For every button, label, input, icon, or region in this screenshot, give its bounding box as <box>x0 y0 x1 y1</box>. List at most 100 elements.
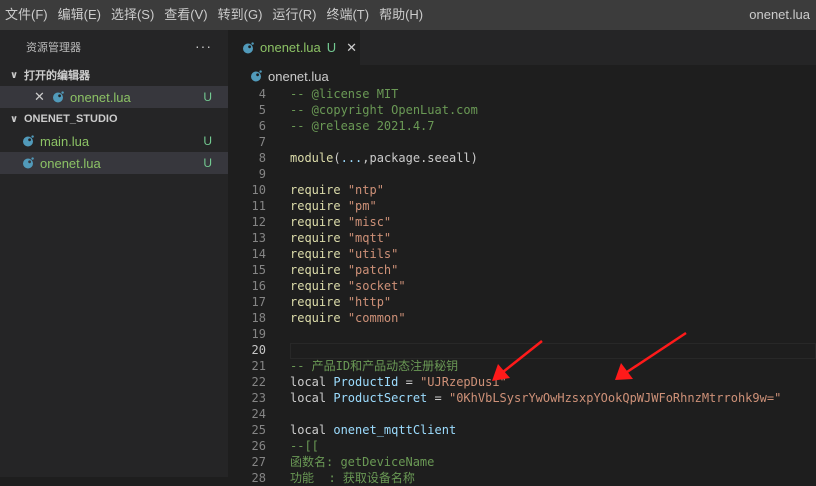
line-number: 17 <box>251 295 266 309</box>
code-token: ... <box>340 151 363 165</box>
code-line[interactable]: -- @copyright OpenLuat.com <box>290 102 478 118</box>
code-token: require <box>290 247 341 261</box>
chevron-down-icon: ∨ <box>10 69 19 81</box>
code-token: "mqtt" <box>347 231 392 245</box>
line-number: 28 <box>251 471 266 485</box>
menu-help[interactable]: 帮助(H) <box>374 0 428 30</box>
close-icon[interactable]: ✕ <box>346 40 357 56</box>
menu-terminal[interactable]: 终端(T) <box>321 0 374 30</box>
menu-run[interactable]: 运行(R) <box>267 0 321 30</box>
code-token: require <box>290 215 341 229</box>
line-number: 10 <box>251 183 266 197</box>
code-line[interactable]: --[[ <box>290 438 319 454</box>
breadcrumb-file: onenet.lua <box>268 68 329 84</box>
line-number: 13 <box>251 231 266 245</box>
line-number: 18 <box>251 311 266 325</box>
code-line[interactable]: require "pm" <box>290 198 377 214</box>
menu-edit[interactable]: 编辑(E) <box>53 0 106 30</box>
open-editors-title: 打开的编辑器 <box>24 70 90 82</box>
tab-bar: onenet.lua U ✕ <box>228 30 816 65</box>
code-line[interactable]: 功能 : 获取设备名称 <box>290 470 415 486</box>
breadcrumb[interactable]: onenet.lua <box>228 65 816 87</box>
code-line[interactable]: 函数名: getDeviceName <box>290 454 434 470</box>
open-editor-item[interactable]: ✕ onenet.lua U <box>0 86 228 108</box>
file-item-main[interactable]: main.lua U <box>0 130 228 152</box>
line-number: 25 <box>251 423 266 437</box>
code-line[interactable]: require "utils" <box>290 246 398 262</box>
code-token: = <box>427 391 449 405</box>
lua-file-icon <box>23 135 34 147</box>
code-line[interactable]: require "patch" <box>290 262 398 278</box>
menu-selection[interactable]: 选择(S) <box>106 0 159 30</box>
current-line-highlight <box>290 343 816 359</box>
tab-label: onenet.lua <box>260 40 321 55</box>
code-editor[interactable]: 4 -- @license MIT 5 -- @copyright OpenLuat.… <box>228 86 816 485</box>
lua-file-icon <box>251 70 262 82</box>
code-token: "pm" <box>347 199 377 213</box>
code-token: module <box>290 151 334 165</box>
code-line[interactable]: -- @release 2021.4.7 <box>290 118 435 134</box>
code-line[interactable]: module(...,package.seeall) <box>290 150 478 166</box>
code-line[interactable]: local ProductId = "UJRzepDusi" <box>290 374 507 390</box>
explorer-title: 资源管理器 <box>26 42 81 54</box>
menu-file[interactable]: 文件(F) <box>0 0 53 30</box>
code-token: require <box>290 183 341 197</box>
code-token: ProductSecret <box>333 391 428 405</box>
code-line[interactable]: -- @license MIT <box>290 86 398 102</box>
code-token: local <box>290 423 334 437</box>
untracked-badge: U <box>203 134 212 148</box>
line-number: 12 <box>251 215 266 229</box>
menu-go[interactable]: 转到(G) <box>213 0 268 30</box>
code-line[interactable]: local ProductSecret = "0KhVbLSysrYwOwHzs… <box>290 390 781 406</box>
explorer-sidebar: 资源管理器 ··· ∨ 打开的编辑器 ✕ onenet.lua U ∨ ONEN… <box>0 30 228 477</box>
code-token: "misc" <box>347 215 392 229</box>
code-token: "0KhVbLSysrYwOwHzsxpYOokQpWJWFoRhnzMtrro… <box>448 391 782 405</box>
code-token: local <box>290 375 334 389</box>
code-line[interactable]: -- 产品ID和产品动态注册秘钥 <box>290 358 458 374</box>
code-token: "patch" <box>347 263 399 277</box>
line-number: 5 <box>258 103 266 117</box>
line-number: 21 <box>251 359 266 373</box>
code-line[interactable]: require "ntp" <box>290 182 384 198</box>
explorer-header: 资源管理器 ··· <box>0 30 228 64</box>
line-number: 4 <box>258 87 266 101</box>
line-number: 23 <box>251 391 266 405</box>
file-label: onenet.lua <box>40 155 101 171</box>
code-token: = <box>398 375 421 389</box>
more-actions-icon[interactable]: ··· <box>195 38 212 54</box>
line-number: 16 <box>251 279 266 293</box>
close-icon[interactable]: ✕ <box>34 89 45 105</box>
code-line[interactable]: local onenet_mqttClient <box>290 422 456 438</box>
code-token: "UJRzepDusi" <box>420 375 507 389</box>
open-editors-section[interactable]: ∨ 打开的编辑器 <box>0 64 228 86</box>
code-line[interactable]: require "socket" <box>290 278 406 294</box>
line-number: 24 <box>251 407 266 421</box>
code-token: require <box>290 231 341 245</box>
code-line[interactable]: require "http" <box>290 294 391 310</box>
code-line[interactable]: require "common" <box>290 310 406 326</box>
open-editor-label: onenet.lua <box>70 89 131 105</box>
code-token: -- @copyright OpenLuat.com <box>290 103 478 117</box>
file-item-onenet[interactable]: onenet.lua U <box>0 152 228 174</box>
line-number: 11 <box>251 199 266 213</box>
lua-file-icon <box>23 157 34 169</box>
line-number: 9 <box>258 167 266 181</box>
menu-view[interactable]: 查看(V) <box>159 0 212 30</box>
code-line[interactable]: require "misc" <box>290 214 391 230</box>
code-token: require <box>290 199 341 213</box>
line-number: 7 <box>258 135 266 149</box>
tab-onenet[interactable]: onenet.lua U ✕ <box>228 30 360 65</box>
line-number: 26 <box>251 439 266 453</box>
project-section[interactable]: ∨ ONENET_STUDIO <box>0 108 228 130</box>
code-token: "http" <box>347 295 392 309</box>
line-number: 22 <box>251 375 266 389</box>
code-token: require <box>290 279 341 293</box>
lua-file-icon <box>53 91 64 103</box>
code-line[interactable]: require "mqtt" <box>290 230 391 246</box>
